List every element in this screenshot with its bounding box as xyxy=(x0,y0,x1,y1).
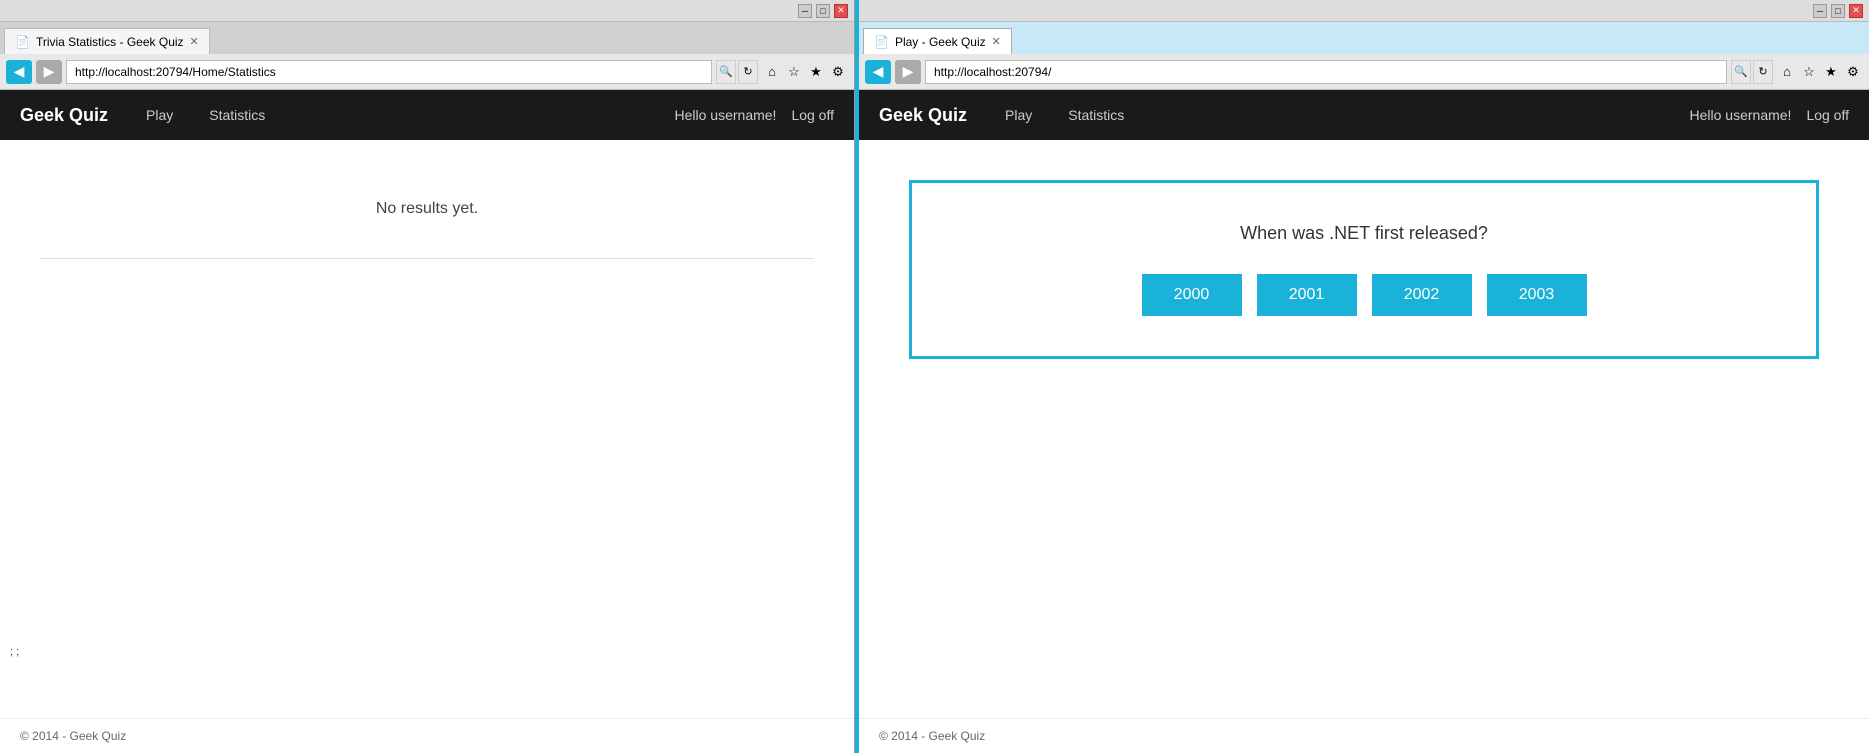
right-logoff[interactable]: Log off xyxy=(1806,107,1849,123)
left-console-text: ; ; xyxy=(10,646,19,658)
right-settings-icon[interactable]: ⚙ xyxy=(1843,60,1863,84)
left-app-content: Geek Quiz Play Statistics Hello username… xyxy=(0,90,854,753)
left-refresh-icon[interactable]: ↻ xyxy=(738,60,758,84)
right-window-controls: ─ □ ✕ xyxy=(1813,4,1863,18)
left-address-bar: ◀ ▶ 🔍 ↻ ⌂ ☆ ★ ⚙ xyxy=(0,54,854,90)
left-minimize-btn[interactable]: ─ xyxy=(798,4,812,18)
left-addr-icons: 🔍 ↻ xyxy=(716,60,758,84)
right-active-tab[interactable]: 📄 Play - Geek Quiz ✕ xyxy=(863,28,1012,54)
right-star-empty-icon[interactable]: ☆ xyxy=(1799,60,1819,84)
left-tab-label: Trivia Statistics - Geek Quiz xyxy=(36,35,184,49)
right-footer-text: © 2014 - Geek Quiz xyxy=(879,729,985,743)
right-close-btn[interactable]: ✕ xyxy=(1849,4,1863,18)
left-browser-window: ─ □ ✕ 📄 Trivia Statistics - Geek Quiz ✕ … xyxy=(0,0,855,753)
right-greeting: Hello username! xyxy=(1690,107,1792,123)
right-nav-statistics[interactable]: Statistics xyxy=(1060,103,1132,127)
left-brand[interactable]: Geek Quiz xyxy=(20,105,108,126)
left-nav-statistics[interactable]: Statistics xyxy=(201,103,273,127)
left-footer: © 2014 - Geek Quiz xyxy=(0,718,854,753)
left-tab-close[interactable]: ✕ xyxy=(190,35,199,48)
quiz-container: When was .NET first released? 2000 2001 … xyxy=(909,180,1819,359)
right-brand[interactable]: Geek Quiz xyxy=(879,105,967,126)
left-toolbar-right: ⌂ ☆ ★ ⚙ xyxy=(762,60,848,84)
right-nav-play[interactable]: Play xyxy=(997,103,1040,127)
right-minimize-btn[interactable]: ─ xyxy=(1813,4,1827,18)
left-greeting: Hello username! xyxy=(675,107,777,123)
left-nav-play[interactable]: Play xyxy=(138,103,181,127)
left-back-btn[interactable]: ◀ xyxy=(6,60,32,84)
left-maximize-btn[interactable]: □ xyxy=(816,4,830,18)
left-active-tab[interactable]: 📄 Trivia Statistics - Geek Quiz ✕ xyxy=(4,28,210,54)
right-back-btn[interactable]: ◀ xyxy=(865,60,891,84)
right-address-input[interactable] xyxy=(925,60,1727,84)
right-toolbar-right: ⌂ ☆ ★ ⚙ xyxy=(1777,60,1863,84)
right-maximize-btn[interactable]: □ xyxy=(1831,4,1845,18)
right-search-icon[interactable]: 🔍 xyxy=(1731,60,1751,84)
left-navbar-right: Hello username! Log off xyxy=(675,107,835,123)
left-star-empty-icon[interactable]: ☆ xyxy=(784,60,804,84)
left-settings-icon[interactable]: ⚙ xyxy=(828,60,848,84)
left-star-fav-icon[interactable]: ★ xyxy=(806,60,826,84)
left-navbar: Geek Quiz Play Statistics Hello username… xyxy=(0,90,854,140)
right-footer: © 2014 - Geek Quiz xyxy=(859,718,1869,753)
left-tab-favicon: 📄 xyxy=(15,35,30,49)
left-window-controls: ─ □ ✕ xyxy=(798,4,848,18)
right-forward-btn[interactable]: ▶ xyxy=(895,60,921,84)
right-star-fav-icon[interactable]: ★ xyxy=(1821,60,1841,84)
quiz-option-2[interactable]: 2002 xyxy=(1372,274,1472,316)
no-results-text: No results yet. xyxy=(20,200,834,218)
right-browser-window: ─ □ ✕ 📄 Play - Geek Quiz ✕ ◀ ▶ 🔍 ↻ ⌂ ☆ ★… xyxy=(855,0,1869,753)
right-app-content: Geek Quiz Play Statistics Hello username… xyxy=(859,90,1869,753)
right-tab-close[interactable]: ✕ xyxy=(992,35,1001,48)
right-title-bar: ─ □ ✕ xyxy=(859,0,1869,22)
left-footer-text: © 2014 - Geek Quiz xyxy=(20,729,126,743)
right-tab-bar: 📄 Play - Geek Quiz ✕ xyxy=(859,22,1869,54)
quiz-question: When was .NET first released? xyxy=(942,223,1786,244)
left-forward-btn[interactable]: ▶ xyxy=(36,60,62,84)
right-page-body: When was .NET first released? 2000 2001 … xyxy=(859,140,1869,718)
left-page-body: No results yet. ; ; xyxy=(0,140,854,718)
right-addr-icons: 🔍 ↻ xyxy=(1731,60,1773,84)
quiz-option-3[interactable]: 2003 xyxy=(1487,274,1587,316)
left-address-input[interactable] xyxy=(66,60,712,84)
quiz-box: When was .NET first released? 2000 2001 … xyxy=(909,180,1819,359)
left-logoff[interactable]: Log off xyxy=(791,107,834,123)
left-close-btn[interactable]: ✕ xyxy=(834,4,848,18)
right-home-icon[interactable]: ⌂ xyxy=(1777,60,1797,84)
quiz-options: 2000 2001 2002 2003 xyxy=(942,274,1786,316)
left-tab-bar: 📄 Trivia Statistics - Geek Quiz ✕ xyxy=(0,22,854,54)
left-divider xyxy=(40,258,814,259)
right-address-bar: ◀ ▶ 🔍 ↻ ⌂ ☆ ★ ⚙ xyxy=(859,54,1869,90)
right-refresh-icon[interactable]: ↻ xyxy=(1753,60,1773,84)
quiz-option-1[interactable]: 2001 xyxy=(1257,274,1357,316)
quiz-option-0[interactable]: 2000 xyxy=(1142,274,1242,316)
right-tab-label: Play - Geek Quiz xyxy=(895,35,986,49)
left-search-icon[interactable]: 🔍 xyxy=(716,60,736,84)
right-navbar: Geek Quiz Play Statistics Hello username… xyxy=(859,90,1869,140)
left-title-bar: ─ □ ✕ xyxy=(0,0,854,22)
left-home-icon[interactable]: ⌂ xyxy=(762,60,782,84)
right-tab-favicon: 📄 xyxy=(874,35,889,49)
right-navbar-right: Hello username! Log off xyxy=(1690,107,1850,123)
